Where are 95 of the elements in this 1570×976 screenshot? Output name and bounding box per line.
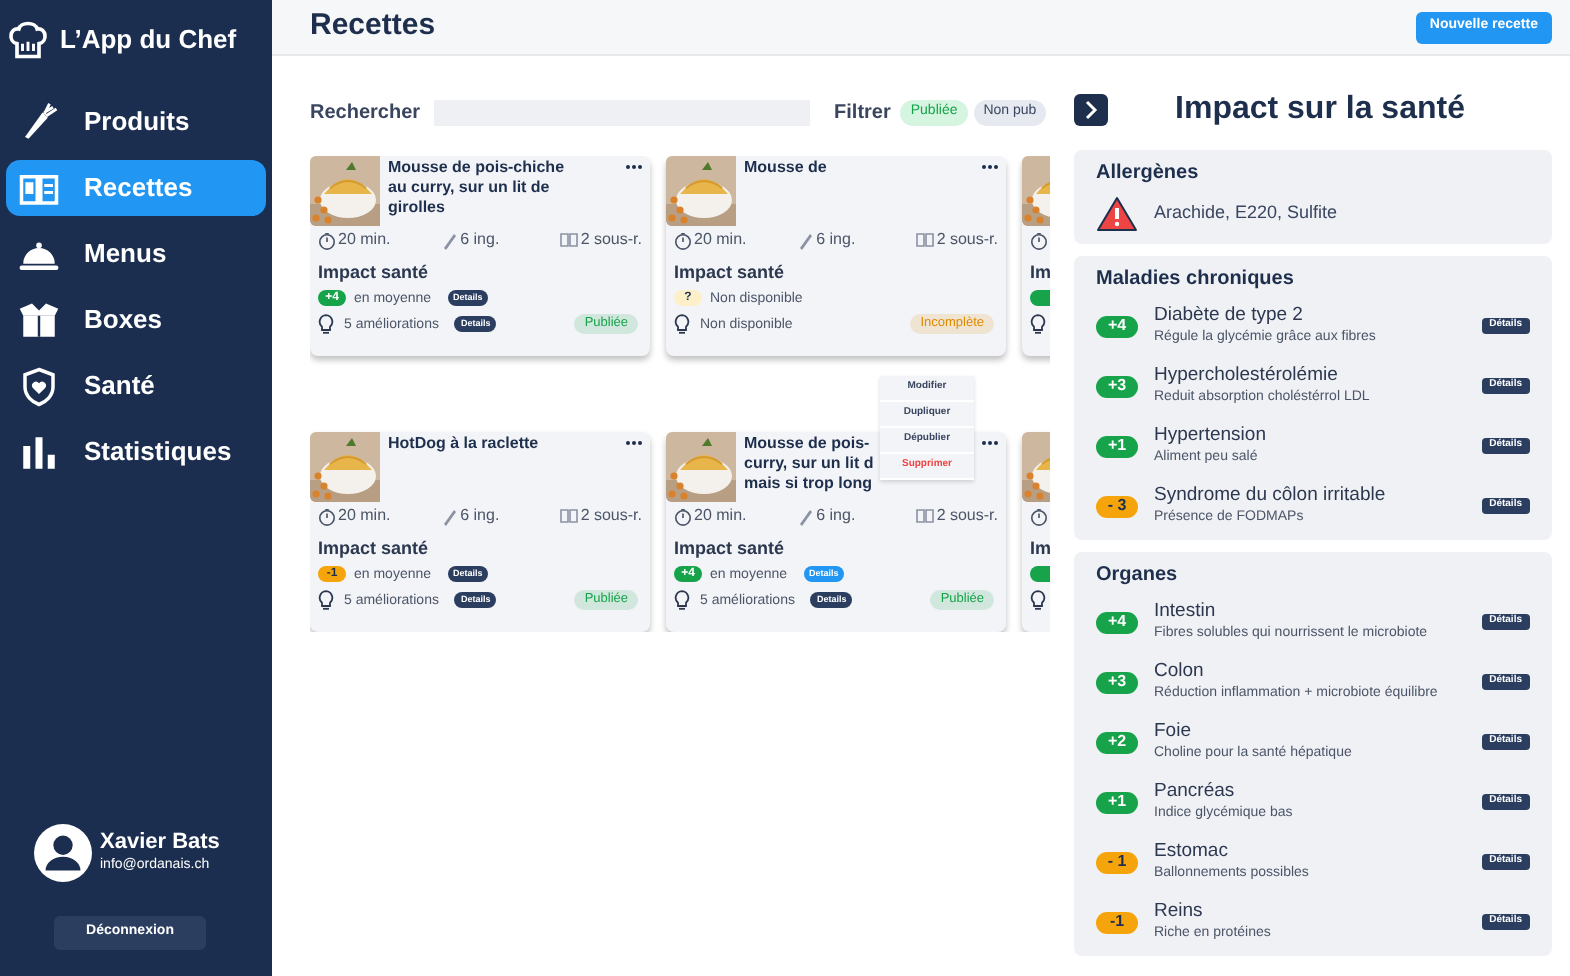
- lightbulb-icon: [1030, 590, 1046, 610]
- lightbulb-icon: [1030, 314, 1046, 334]
- nav-item[interactable]: Statistiques: [6, 424, 266, 480]
- more-icon[interactable]: [626, 164, 642, 170]
- score-badge: +3: [1096, 671, 1138, 693]
- condition-name: Syndrome du côlon irritable: [1154, 484, 1388, 508]
- condition-name: Pancréas: [1154, 780, 1237, 804]
- app-title: L’App du Chef: [60, 22, 237, 59]
- score-badge: +4: [1096, 611, 1138, 633]
- pen-icon: [442, 231, 459, 249]
- recipe-title: mais si trop long: [744, 474, 873, 494]
- pen-icon: [798, 231, 815, 249]
- impact-label: Impact santé: [674, 262, 787, 284]
- chef-hat-icon: [6, 18, 50, 62]
- subrecipe-count: 2 sous-r.: [936, 504, 998, 528]
- impact-label: Im: [1030, 538, 1050, 560]
- condition-name: Hypertension: [1154, 424, 1268, 448]
- book-icon: [916, 508, 935, 524]
- prep-time: 20 min.: [338, 504, 393, 528]
- lightbulb-icon: [674, 590, 690, 610]
- prep-time: 20 min.: [694, 228, 749, 252]
- timer-icon: [318, 507, 336, 525]
- recipe-title: curry, sur un lit d: [744, 454, 874, 474]
- book-icon: [560, 508, 579, 524]
- pen-icon: [798, 507, 815, 525]
- book-icon: [560, 232, 579, 248]
- panel-title: Impact sur la santé: [1173, 89, 1467, 129]
- impact-label: Impact santé: [318, 538, 431, 560]
- recipe-card[interactable]: Im: [1022, 432, 1050, 632]
- lightbulb-icon: [318, 314, 334, 334]
- recipe-title: HotDog à la raclette: [388, 434, 539, 454]
- recipe-title: Mousse de pois-chiche: [388, 158, 565, 178]
- score-badge: +1: [1096, 435, 1138, 457]
- condition-name: Reins: [1154, 900, 1205, 924]
- more-icon[interactable]: [626, 440, 642, 446]
- section-heading: Maladies chroniques: [1096, 268, 1296, 292]
- subrecipe-count: 2 sous-r.: [936, 228, 998, 252]
- ingredient-count: 6 ing.: [460, 228, 502, 252]
- box-icon: [18, 299, 60, 341]
- more-icon[interactable]: [982, 164, 998, 170]
- filter-label: Filtrer: [834, 99, 891, 126]
- recipe-title: Mousse de: [744, 158, 827, 178]
- shield-heart-icon: [18, 365, 60, 407]
- score-badge: -1: [1096, 911, 1138, 933]
- collapse-button[interactable]: [1074, 93, 1108, 125]
- timer-icon: [674, 231, 692, 249]
- ingredient-count: 6 ing.: [460, 504, 502, 528]
- timer-icon: [674, 507, 692, 525]
- subrecipe-count: 2 sous-r.: [580, 228, 642, 252]
- allergen-list: Arachide, E220, Sulfite: [1154, 200, 1338, 228]
- nav-item[interactable]: Menus: [6, 226, 266, 282]
- chevron-right-icon: [1084, 99, 1098, 119]
- score-badge: +1: [1096, 791, 1138, 813]
- recipe-title: Mousse de pois-: [744, 434, 870, 454]
- timer-icon: [318, 231, 336, 249]
- prep-time: 20 min.: [694, 504, 749, 528]
- prep-time: 20 min.: [338, 228, 393, 252]
- lightbulb-icon: [318, 590, 334, 610]
- timer-icon: [1030, 231, 1048, 249]
- avatar-icon: [34, 824, 92, 882]
- score-badge: +2: [1096, 731, 1138, 753]
- condition-name: Foie: [1154, 720, 1193, 744]
- nav-item[interactable]: Santé: [6, 358, 266, 414]
- bar-chart-icon: [18, 431, 60, 473]
- section-heading: Allergènes: [1096, 162, 1201, 186]
- score-badge: - 3: [1096, 495, 1138, 517]
- condition-name: Colon: [1154, 660, 1206, 684]
- condition-name: Diabète de type 2: [1154, 304, 1305, 328]
- book-icon: [916, 232, 935, 248]
- score-badge: - 1: [1096, 851, 1138, 873]
- recipe-title: girolles: [388, 198, 445, 218]
- pen-icon: [442, 507, 459, 525]
- user-name: Xavier Bats: [100, 829, 220, 856]
- ingredient-count: 6 ing.: [816, 504, 858, 528]
- condition-name: Intestin: [1154, 600, 1218, 624]
- impact-label: Im: [1030, 262, 1050, 284]
- condition-name: Hypercholestérolémie: [1154, 364, 1340, 388]
- section-heading: Organes: [1096, 564, 1180, 588]
- ingredient-count: 6 ing.: [816, 228, 858, 252]
- lightbulb-icon: [674, 314, 690, 334]
- impact-label: Impact santé: [674, 538, 787, 560]
- score-badge: +3: [1096, 375, 1138, 397]
- nav-item[interactable]: Boxes: [6, 292, 266, 348]
- warning-icon: [1096, 196, 1138, 232]
- condition-name: Estomac: [1154, 840, 1230, 864]
- recipe-card[interactable]: Im: [1022, 156, 1050, 356]
- timer-icon: [1030, 507, 1048, 525]
- impact-label: Impact santé: [318, 262, 431, 284]
- search-label: Rechercher: [310, 99, 421, 126]
- recipe-title: au curry, sur un lit de: [388, 178, 550, 198]
- subrecipe-count: 2 sous-r.: [580, 504, 642, 528]
- nav-item[interactable]: Produits: [6, 94, 266, 150]
- more-icon[interactable]: [982, 440, 998, 446]
- page-title: Recettes: [310, 6, 436, 47]
- score-badge: +4: [1096, 315, 1138, 337]
